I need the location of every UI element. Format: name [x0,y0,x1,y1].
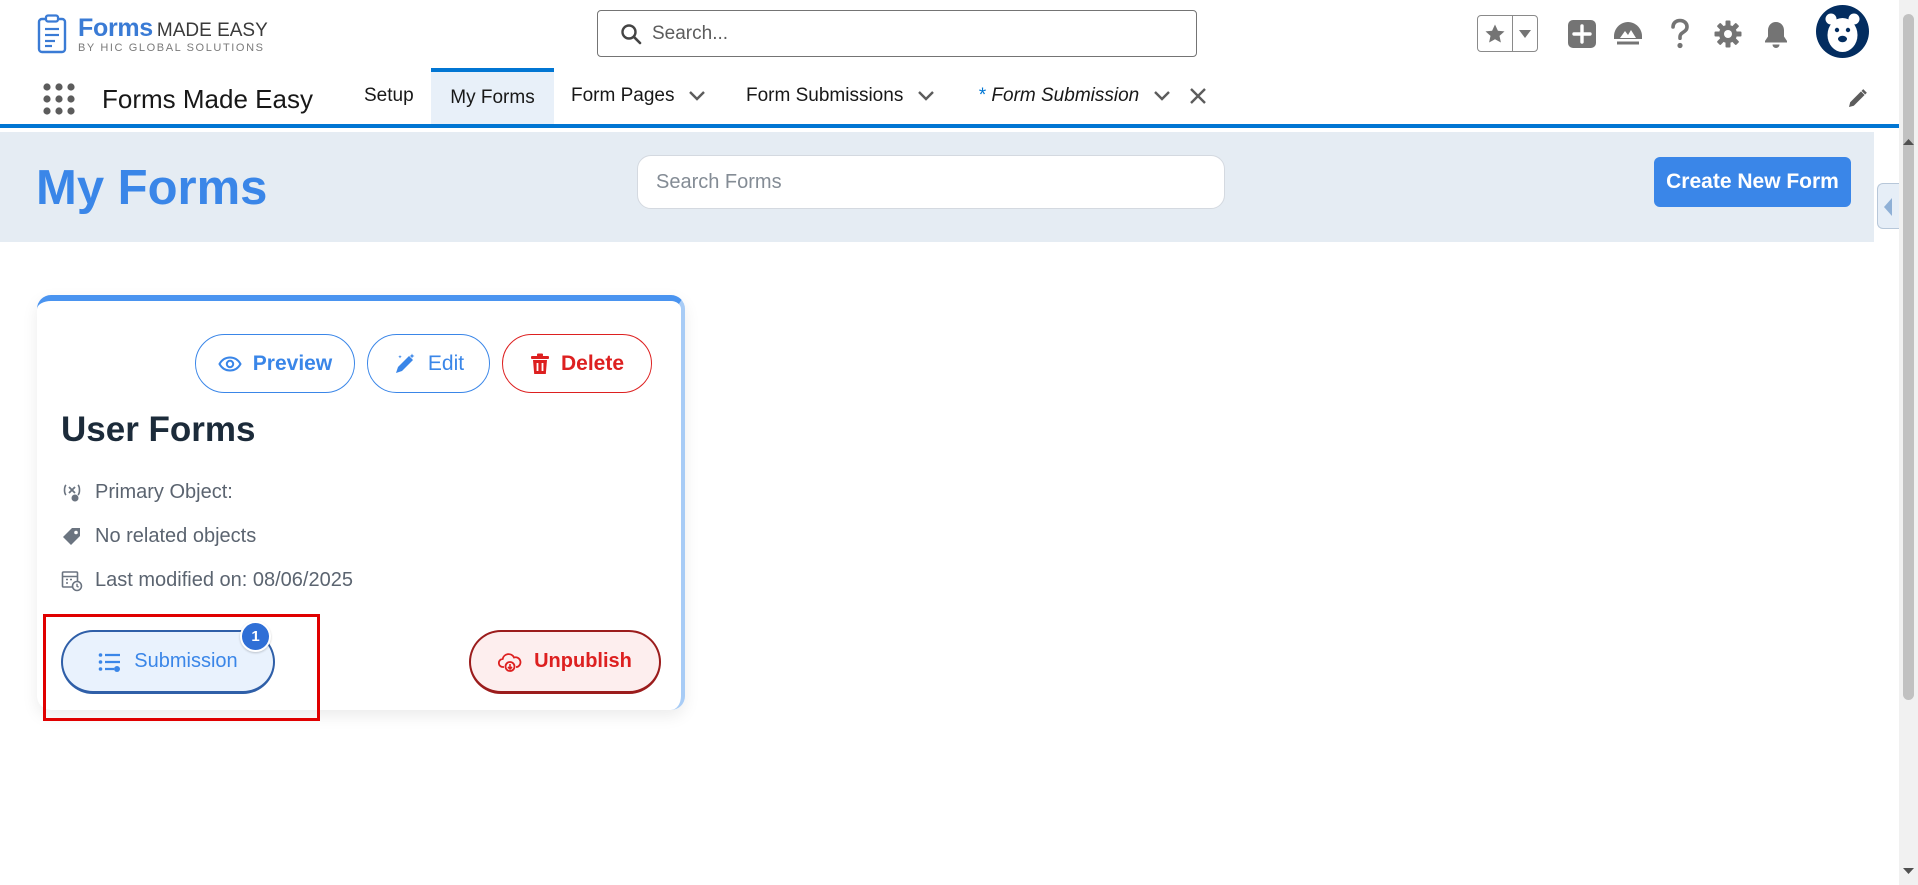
favorites-star-icon[interactable] [1478,16,1514,51]
tag-icon [63,527,80,545]
submission-label: Submission [134,650,238,672]
nav-tab-form-submission-record[interactable]: * Form Submission [960,68,1225,124]
app-launcher-icon[interactable] [42,82,76,116]
primary-object-label: Primary Object: [95,481,233,503]
app-logo[interactable]: Forms MADE EASY BY HIC GLOBAL SOLUTIONS [36,14,268,54]
favorites-button-group [1477,15,1538,52]
preview-button[interactable]: Preview [195,334,355,393]
cloud-download-icon [498,652,522,672]
nav-tab-label: Form Submissions [746,85,904,106]
unpublish-label: Unpublish [534,650,632,672]
global-search[interactable] [597,10,1197,57]
nav-tab-label: My Forms [450,87,535,108]
logo-tagline: BY HIC GLOBAL SOLUTIONS [78,42,265,54]
chevron-down-icon[interactable] [688,87,706,105]
avatar[interactable] [1816,5,1869,58]
nav-tab-label: Form Pages [571,85,675,106]
list-icon [98,652,121,672]
trash-icon [530,353,549,374]
setup-gear-icon[interactable] [1706,12,1750,56]
app-name: Forms Made Easy [102,84,313,114]
search-icon [621,23,642,44]
preview-label: Preview [252,351,333,375]
scroll-up-arrow-icon[interactable] [1901,134,1916,149]
nav-tab-label: Setup [364,85,414,106]
help-icon[interactable] [1658,12,1702,56]
forms-logo-icon [37,14,67,54]
magic-pencil-icon [395,353,415,373]
primary-object-row: Primary Object: [61,481,233,504]
global-header: Forms MADE EASY BY HIC GLOBAL SOLUTIONS [0,0,1918,68]
nav-tab-setup[interactable]: Setup [346,68,432,124]
eye-icon [218,355,242,372]
related-objects-row: No related objects [61,525,256,548]
chevron-down-icon[interactable] [1153,87,1171,105]
add-icon[interactable] [1560,12,1604,56]
form-card: Preview Edit Delete User Forms Primary O… [37,295,685,710]
edit-button[interactable]: Edit [367,334,490,393]
form-title: User Forms [61,410,256,449]
delete-button[interactable]: Delete [502,334,652,393]
nav-tab-my-forms[interactable]: My Forms [431,68,554,124]
global-search-input[interactable] [652,22,1172,45]
chevron-down-icon[interactable] [917,87,935,105]
logo-sub-text: MADE EASY [156,20,268,41]
close-tab-icon[interactable] [1189,87,1207,105]
page-title: My Forms [36,161,268,215]
delete-label: Delete [560,351,625,375]
favorites-menu-icon[interactable] [1513,16,1537,51]
unpublish-button[interactable]: Unpublish [469,630,661,694]
nav-tab-form-pages[interactable]: Form Pages [553,68,724,124]
nav-tab-form-submissions[interactable]: Form Submissions [728,68,953,124]
calendar-clock-icon [61,570,83,591]
notifications-bell-icon[interactable] [1754,12,1798,56]
trailhead-icon[interactable] [1606,12,1650,56]
app-navigation-bar: Forms Made Easy Setup My Forms Form Page… [0,68,1918,128]
related-objects-text: No related objects [95,525,257,547]
collapse-arrow-icon [1884,198,1892,216]
scroll-down-arrow-icon[interactable] [1901,864,1916,879]
search-forms-input[interactable] [637,155,1225,209]
create-new-form-button[interactable]: Create New Form [1654,157,1851,207]
edit-label: Edit [427,351,465,375]
scrollbar-thumb[interactable] [1903,14,1914,700]
edit-nav-pencil-icon[interactable] [1846,88,1868,110]
logo-brand-text: Forms [78,14,153,42]
unsaved-marker: * [978,85,986,106]
page-header-band: My Forms Create New Form [0,132,1874,242]
nav-tab-label: Form Submission [991,85,1140,106]
last-modified-row: Last modified on: 08/06/2025 [61,569,353,592]
last-modified-text: Last modified on: 08/06/2025 [95,569,353,591]
side-panel-toggle[interactable] [1877,183,1899,229]
variable-formula-icon [63,483,81,501]
submission-count-badge: 1 [240,621,271,652]
